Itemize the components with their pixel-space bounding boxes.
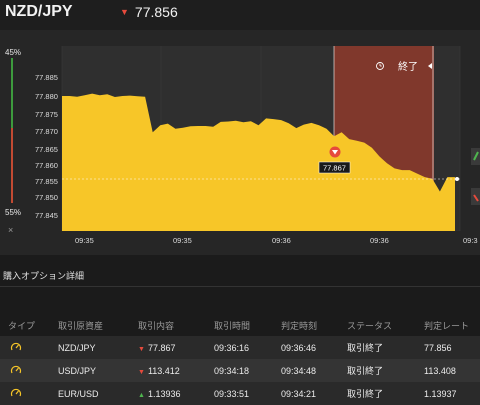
gauge-down-bar bbox=[11, 128, 13, 203]
row-time: 09:36:16 bbox=[214, 336, 281, 359]
col-judge: 判定時刻 bbox=[281, 320, 318, 331]
table-row[interactable]: NZD/JPY ▼ 77.867 09:36:16 09:36:46 取引終了 7… bbox=[0, 336, 480, 359]
y-tick: 77.855 bbox=[35, 177, 58, 186]
table-header: タイプ 取引原資産 取引内容 取引時間 判定時刻 ステータス 判定レート bbox=[0, 314, 480, 336]
row-asset: NZD/JPY bbox=[58, 336, 138, 359]
table-row[interactable]: EUR/USD ▲ 1.13936 09:33:51 09:34:21 取引終了 … bbox=[0, 382, 480, 405]
row-status: 取引終了 bbox=[347, 336, 424, 359]
marker-rate: 77.867 bbox=[323, 164, 346, 173]
x-tick: 09:35 bbox=[75, 236, 94, 245]
row-status: 取引終了 bbox=[347, 359, 424, 382]
row-content: ▲ 1.13936 bbox=[138, 382, 214, 405]
section-title: 購入オプション詳細 bbox=[3, 271, 85, 281]
buy-down-button[interactable] bbox=[471, 188, 480, 205]
table-row[interactable]: USD/JPY ▼ 113.412 09:34:18 09:34:48 取引終了 … bbox=[0, 359, 480, 382]
row-time: 09:34:18 bbox=[214, 359, 281, 382]
x-tick: 09:36 bbox=[272, 236, 291, 245]
row-time: 09:33:51 bbox=[214, 382, 281, 405]
x-tick: 09:35 bbox=[173, 236, 192, 245]
gauge-bottom-pct: 55% bbox=[5, 208, 22, 217]
row-content: ▼ 113.412 bbox=[138, 359, 214, 382]
row-rate: 77.856 bbox=[424, 336, 480, 359]
row-judge: 09:34:48 bbox=[281, 359, 347, 382]
col-type: タイプ bbox=[8, 320, 36, 331]
y-tick: 77.875 bbox=[35, 110, 58, 119]
gauge-up-bar bbox=[11, 58, 13, 128]
row-asset: EUR/USD bbox=[58, 382, 138, 405]
gauge-type-icon bbox=[0, 382, 58, 405]
down-arrow-icon: ▼ bbox=[138, 368, 145, 376]
price-chart[interactable]: 終了 77.885 77.880 77.875 77.870 77.865 77… bbox=[0, 0, 480, 255]
row-asset: USD/JPY bbox=[58, 359, 138, 382]
y-axis-labels: 77.885 77.880 77.875 77.870 77.865 77.86… bbox=[35, 73, 58, 220]
end-label: 終了 bbox=[398, 60, 418, 73]
col-content: 取引内容 bbox=[138, 320, 175, 331]
col-asset: 取引原資産 bbox=[58, 320, 104, 331]
up-arrow-icon: ▲ bbox=[138, 391, 145, 399]
row-judge: 09:36:46 bbox=[281, 336, 347, 359]
y-tick: 77.845 bbox=[35, 211, 58, 220]
current-rate-dot bbox=[455, 177, 459, 181]
row-content: ▼ 77.867 bbox=[138, 336, 214, 359]
divider bbox=[0, 286, 480, 287]
y-tick: 77.870 bbox=[35, 127, 58, 136]
y-tick: 77.885 bbox=[35, 73, 58, 82]
col-rate: 判定レート bbox=[424, 320, 470, 331]
buy-up-button[interactable] bbox=[471, 148, 480, 165]
y-tick: 77.850 bbox=[35, 193, 58, 202]
y-tick: 77.880 bbox=[35, 92, 58, 101]
col-status: ステータス bbox=[347, 320, 393, 331]
row-judge: 09:34:21 bbox=[281, 382, 347, 405]
x-tick: 09:3 bbox=[463, 236, 478, 245]
row-status: 取引終了 bbox=[347, 382, 424, 405]
row-rate: 113.408 bbox=[424, 359, 480, 382]
y-tick: 77.860 bbox=[35, 161, 58, 170]
x-tick: 09:36 bbox=[370, 236, 389, 245]
close-icon[interactable]: × bbox=[8, 225, 13, 235]
x-axis-labels: 09:35 09:35 09:36 09:36 09:3 bbox=[75, 236, 478, 245]
gauge-type-icon bbox=[0, 336, 58, 359]
col-time: 取引時間 bbox=[214, 320, 251, 331]
gauge-type-icon bbox=[0, 359, 58, 382]
gauge-top-pct: 45% bbox=[5, 48, 22, 57]
sentiment-gauge: 45% 55% × bbox=[0, 44, 25, 239]
options-table: タイプ 取引原資産 取引内容 取引時間 判定時刻 ステータス 判定レート NZD… bbox=[0, 314, 480, 405]
row-rate: 1.13937 bbox=[424, 382, 480, 405]
down-arrow-icon: ▼ bbox=[138, 345, 145, 353]
y-tick: 77.865 bbox=[35, 145, 58, 154]
